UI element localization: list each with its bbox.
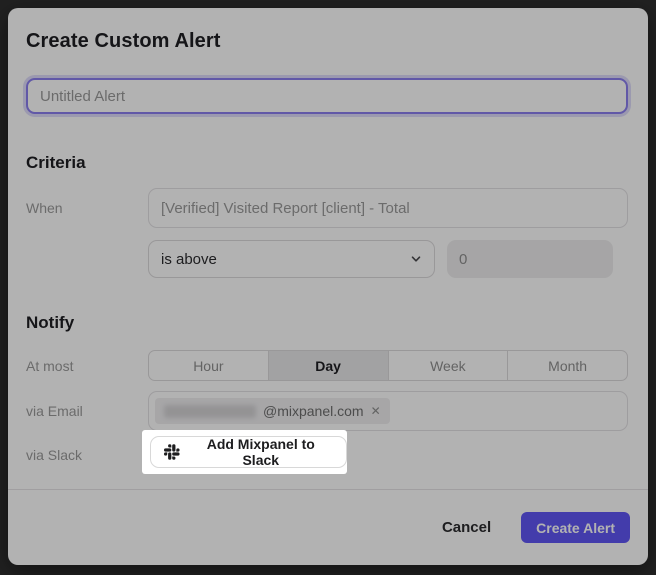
frequency-option-day[interactable]: Day [268,351,388,380]
condition-value: is above [161,251,410,268]
slack-spotlight: Add Mixpanel to Slack [142,430,347,474]
close-icon[interactable]: ✕ [371,405,381,417]
chevron-down-icon [410,253,422,265]
slack-button-label: Add Mixpanel to Slack [189,436,333,468]
email-recipients-input[interactable]: @mixpanel.com ✕ [148,391,628,431]
frequency-option-month[interactable]: Month [507,351,627,380]
create-custom-alert-modal: Create Custom Alert Criteria When [Verif… [8,8,648,565]
notify-heading: Notify [26,312,628,334]
at-most-row: At most Hour Day Week Month [26,350,628,381]
via-slack-label: via Slack [26,447,148,463]
when-row: When [Verified] Visited Report [client] … [26,188,628,228]
via-email-label: via Email [26,403,148,419]
email-chip: @mixpanel.com ✕ [155,398,390,424]
via-email-row: via Email @mixpanel.com ✕ [26,391,628,431]
condition-row: is above 0 [26,240,628,278]
page-backdrop: Create Custom Alert Criteria When [Verif… [0,0,656,575]
threshold-value: 0 [459,251,467,268]
modal-footer: Cancel Create Alert [8,489,648,565]
criteria-heading: Criteria [26,152,628,174]
frequency-segmented-control: Hour Day Week Month [148,350,628,381]
when-label: When [26,200,148,216]
alert-name-input[interactable] [26,78,628,114]
metric-value: [Verified] Visited Report [client] - Tot… [161,200,410,217]
at-most-label: At most [26,358,148,374]
email-domain: @mixpanel.com [263,403,364,419]
slack-logo-icon [164,444,180,460]
create-alert-button[interactable]: Create Alert [521,512,630,543]
frequency-option-week[interactable]: Week [388,351,508,380]
email-redacted-username [164,405,256,418]
condition-select[interactable]: is above [148,240,435,278]
add-mixpanel-to-slack-button[interactable]: Add Mixpanel to Slack [150,436,347,468]
frequency-option-hour[interactable]: Hour [149,351,268,380]
modal-title: Create Custom Alert [26,28,628,54]
metric-select[interactable]: [Verified] Visited Report [client] - Tot… [148,188,628,228]
threshold-input[interactable]: 0 [447,240,613,278]
cancel-button[interactable]: Cancel [436,518,497,537]
